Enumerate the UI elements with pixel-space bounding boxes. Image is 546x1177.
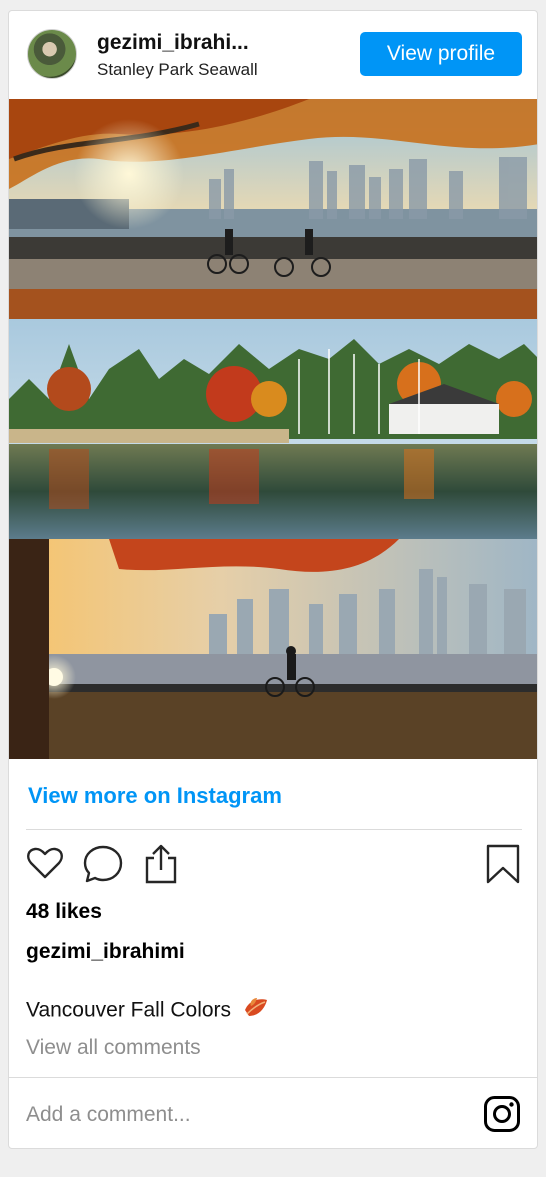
photo-panel-boathouse-reflection [9,319,537,539]
post-header: gezimi_ibrahi... Stanley Park Seawall Vi… [9,11,537,99]
likes-count[interactable]: 48 likes [26,900,102,924]
photo-panel-sunset-cyclist [9,539,537,759]
add-comment-field[interactable]: Add a comment... [26,1103,191,1127]
caption-text: Vancouver Fall Colors [26,998,232,1022]
comment-bubble-icon[interactable] [82,843,124,890]
photo-panel-seawall-bridge [9,99,537,319]
bookmark-icon[interactable] [485,843,521,890]
share-icon[interactable] [141,843,181,890]
username[interactable]: gezimi_ibrahi... [97,31,267,55]
instagram-icon[interactable] [483,1095,521,1138]
instagram-embed-card: gezimi_ibrahi... Stanley Park Seawall Vi… [8,10,538,1149]
post-photo[interactable] [9,99,537,759]
divider [26,829,522,830]
post-owner-username[interactable]: gezimi_ibrahimi [26,940,185,964]
view-all-comments-link[interactable]: View all comments [26,1036,201,1060]
heart-icon[interactable] [25,843,65,888]
view-more-on-instagram-link[interactable]: View more on Instagram [28,783,282,809]
location[interactable]: Stanley Park Seawall [97,60,258,80]
view-profile-button[interactable]: View profile [360,32,522,76]
avatar[interactable] [27,29,77,79]
fallen-leaf-emoji [243,996,269,1026]
divider [9,1077,537,1078]
caption: Vancouver Fall Colors [26,996,269,1026]
post-photo-collage [9,99,537,759]
